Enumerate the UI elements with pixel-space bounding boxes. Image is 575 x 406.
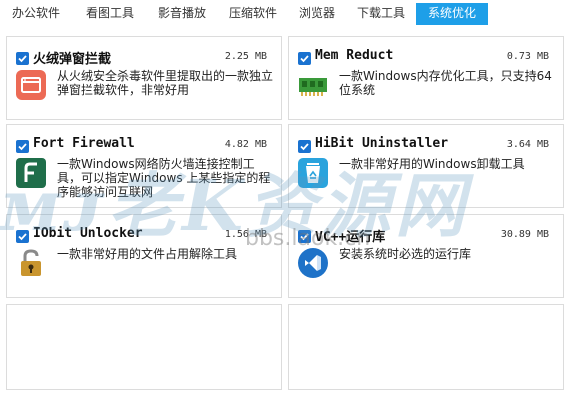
software-card-huorong[interactable]: 火绒弹窗拦截 2.25 MB 从火绒安全杀毒软件里提取出的一款独立弹窗拦截软件，…: [6, 36, 282, 120]
tab-browser[interactable]: 浏览器: [293, 3, 341, 25]
select-checkbox[interactable]: [16, 230, 29, 243]
software-size: 3.64 MB: [506, 139, 549, 150]
visual-studio-icon: [297, 247, 329, 279]
select-checkbox[interactable]: [298, 140, 311, 153]
software-grid: 火绒弹窗拦截 2.25 MB 从火绒安全杀毒软件里提取出的一款独立弹窗拦截软件，…: [4, 34, 568, 400]
select-checkbox[interactable]: [298, 52, 311, 65]
select-checkbox[interactable]: [16, 52, 29, 65]
huorong-popup-icon: [15, 69, 47, 101]
software-size: 4.82 MB: [224, 139, 267, 150]
select-checkbox[interactable]: [298, 230, 311, 243]
tab-system-optimization[interactable]: 系统优化: [416, 3, 488, 25]
fort-firewall-icon: [15, 157, 47, 189]
software-description: 一款Windows网络防火墙连接控制工具，可以指定Windows 上某些指定的程…: [57, 157, 271, 199]
software-description: 一款Windows内存优化工具，只支持64位系统: [339, 69, 552, 97]
software-description: 安装系统时必选的运行库: [339, 247, 472, 261]
software-name: IObit Unlocker: [33, 226, 143, 241]
software-description: 一款非常好用的文件占用解除工具: [57, 247, 238, 261]
software-description: 从火绒安全杀毒软件里提取出的一款独立弹窗拦截软件，非常好用: [57, 69, 274, 97]
software-card-fort-firewall[interactable]: Fort Firewall 4.82 MB 一款Windows网络防火墙连接控制…: [6, 124, 282, 208]
software-name: HiBit Uninstaller: [315, 136, 449, 151]
software-name: Fort Firewall: [33, 136, 135, 151]
tab-download[interactable]: 下载工具: [351, 3, 411, 25]
software-description: 一款非常好用的Windows卸载工具: [339, 157, 525, 171]
memory-chip-icon: [297, 69, 329, 101]
software-card-hibit-uninstaller[interactable]: HiBit Uninstaller 3.64 MB 一款非常好用的Windows…: [288, 124, 564, 208]
empty-slot: [6, 304, 282, 390]
software-size: 30.89 MB: [500, 229, 549, 240]
tab-image-viewer[interactable]: 看图工具: [80, 3, 140, 25]
category-tab-bar: 办公软件 看图工具 影音播放 压缩软件 浏览器 下载工具 系统优化: [0, 0, 575, 27]
software-name: Mem Reduct: [315, 48, 394, 63]
software-size: 0.73 MB: [506, 51, 549, 62]
software-size: 1.56 MB: [224, 229, 267, 240]
software-name: 火绒弹窗拦截: [33, 52, 112, 67]
select-checkbox[interactable]: [16, 140, 29, 153]
software-size: 2.25 MB: [224, 51, 267, 62]
software-card-iobit-unlocker[interactable]: IObit Unlocker 1.56 MB 一款非常好用的文件占用解除工具: [6, 214, 282, 298]
unlock-padlock-icon: [15, 247, 47, 279]
software-name: VC++运行库: [315, 230, 386, 245]
empty-slot: [288, 304, 564, 390]
recycle-bin-icon: [297, 157, 329, 189]
tab-media-player[interactable]: 影音播放: [152, 3, 212, 25]
tab-office[interactable]: 办公软件: [6, 3, 66, 25]
tab-compression[interactable]: 压缩软件: [223, 3, 283, 25]
software-card-vc-runtime[interactable]: VC++运行库 30.89 MB 安装系统时必选的运行库: [288, 214, 564, 298]
software-card-mem-reduct[interactable]: Mem Reduct 0.73 MB 一款Windows内存优化工具，只支持64…: [288, 36, 564, 120]
